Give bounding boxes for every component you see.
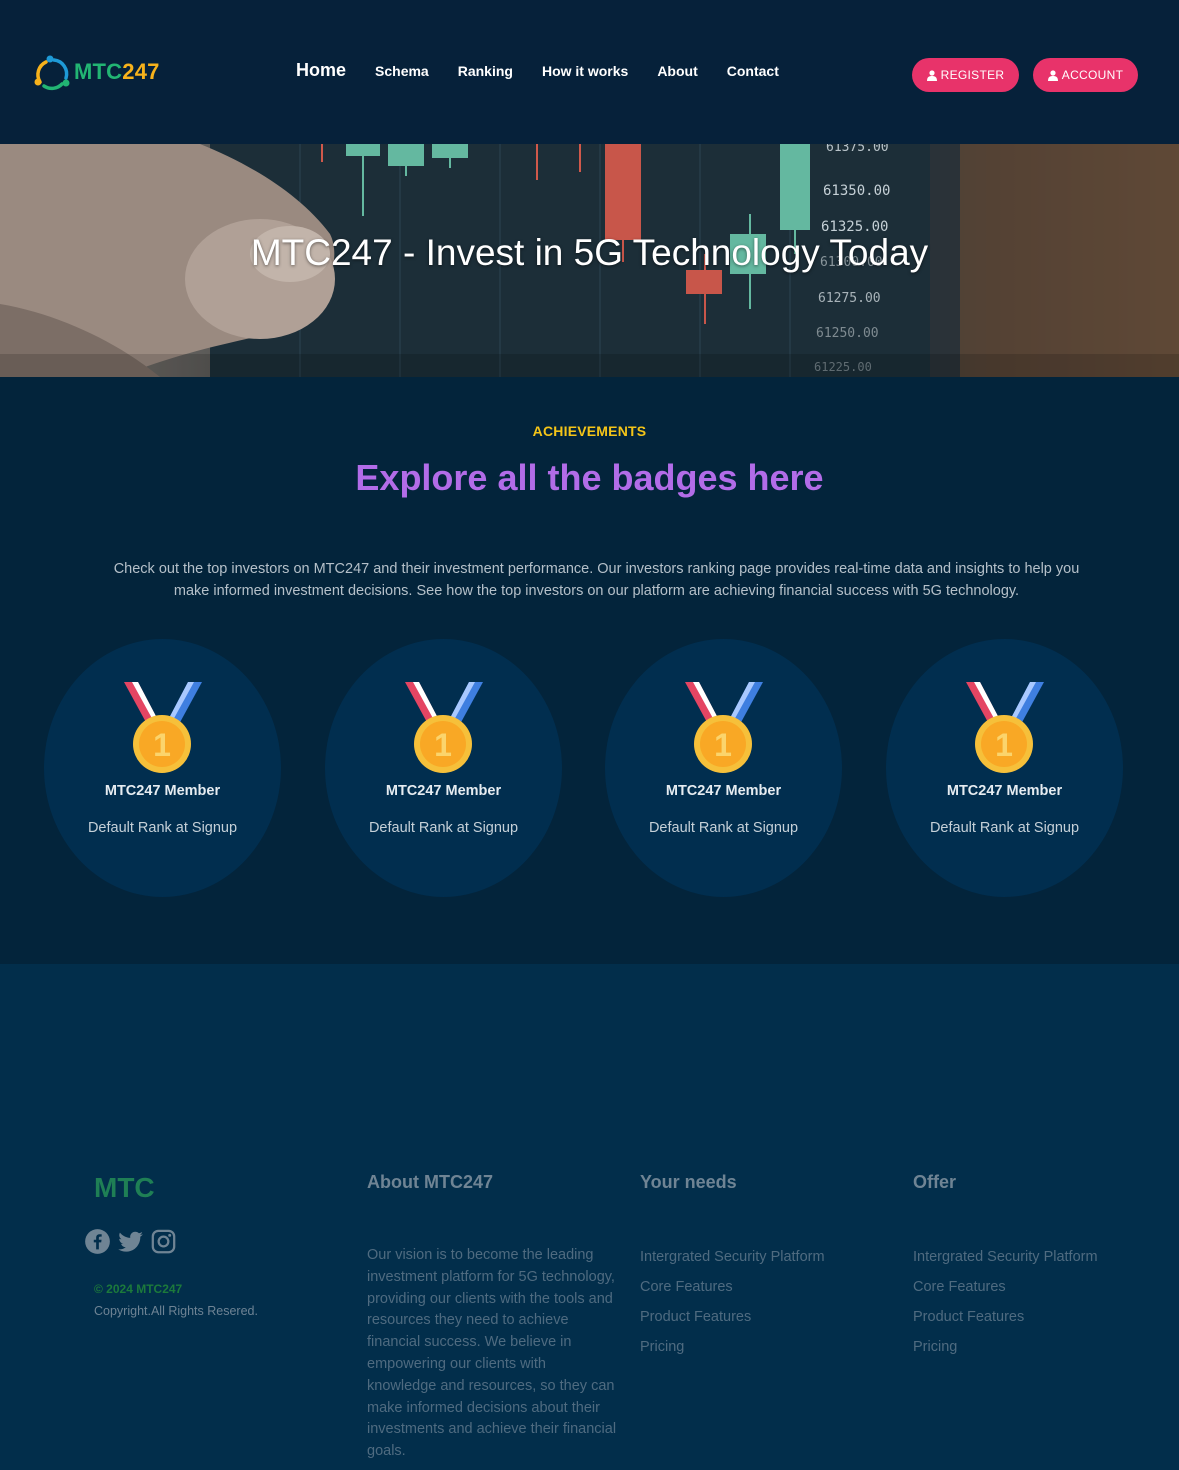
footer-needs-list: Intergrated Security Platform Core Featu… xyxy=(640,1249,900,1355)
badge-card: 1 MTC247 Member Default Rank at Signup xyxy=(325,639,562,897)
achievements-section: ACHIEVEMENTS Explore all the badges here… xyxy=(0,377,1179,964)
user-icon xyxy=(926,69,937,81)
badge-name: MTC247 Member xyxy=(385,783,502,799)
footer-copyright: Copyright.All Rights Resered. xyxy=(94,1304,258,1318)
nav-schema[interactable]: Schema xyxy=(375,63,429,79)
footer-link[interactable]: Product Features xyxy=(913,1309,1173,1325)
medal-icon: 1 xyxy=(405,682,483,773)
medal-icon: 1 xyxy=(124,682,202,773)
badge-rank: Default Rank at Signup xyxy=(368,820,519,836)
register-label: REGISTER xyxy=(940,68,1005,82)
nav-contact[interactable]: Contact xyxy=(727,63,779,79)
footer-year: © 2024 MTC247 xyxy=(94,1282,183,1296)
badge-card: 1 MTC247 Member Default Rank at Signup xyxy=(605,639,842,897)
price-label: 61225.00 xyxy=(814,360,872,374)
svg-text:1: 1 xyxy=(714,727,732,763)
price-label: 61375.00 xyxy=(826,144,889,155)
user-icon xyxy=(1047,69,1058,81)
twitter-icon[interactable] xyxy=(117,1228,144,1255)
badge-name: MTC247 Member xyxy=(104,783,221,799)
footer-about-text: Our vision is to become the leading inve… xyxy=(367,1247,617,1460)
hero-title: MTC247 - Invest in 5G Technology Today xyxy=(250,232,929,273)
footer-offer-column: Offer Intergrated Security Platform Core… xyxy=(913,1172,1173,1369)
footer-about-title: About MTC247 xyxy=(367,1172,493,1192)
nav-ranking[interactable]: Ranking xyxy=(458,63,513,79)
badge-rank: Default Rank at Signup xyxy=(929,820,1080,836)
register-button[interactable]: REGISTER xyxy=(912,58,1019,92)
nav-home[interactable]: Home xyxy=(296,60,346,81)
footer-link[interactable]: Core Features xyxy=(913,1279,1173,1295)
badge-name: MTC247 Member xyxy=(665,783,782,799)
footer-link[interactable]: Core Features xyxy=(640,1279,900,1295)
footer-about-column: About MTC247 Our vision is to become the… xyxy=(367,1172,627,1463)
badge-rank: Default Rank at Signup xyxy=(87,820,238,836)
facebook-icon[interactable] xyxy=(84,1228,111,1255)
footer-link[interactable]: Product Features xyxy=(640,1309,900,1325)
badge-card: 1 MTC247 Member Default Rank at Signup xyxy=(886,639,1123,897)
nav-about[interactable]: About xyxy=(657,63,697,79)
svg-text:1: 1 xyxy=(995,727,1013,763)
site-header: MTC247 Home Schema Ranking How it works … xyxy=(0,0,1179,144)
account-button[interactable]: ACCOUNT xyxy=(1033,58,1138,92)
footer-needs-column: Your needs Intergrated Security Platform… xyxy=(640,1172,900,1369)
logo[interactable]: MTC247 xyxy=(32,52,160,92)
section-title: Explore all the badges here xyxy=(355,457,824,498)
instagram-icon[interactable] xyxy=(150,1228,177,1255)
account-label: ACCOUNT xyxy=(1061,68,1124,82)
medal-icon: 1 xyxy=(966,682,1044,773)
svg-text:1: 1 xyxy=(153,727,171,763)
badge-card: 1 MTC247 Member Default Rank at Signup xyxy=(44,639,281,897)
price-label: 61275.00 xyxy=(818,291,881,306)
footer-link[interactable]: Intergrated Security Platform xyxy=(640,1249,900,1265)
footer-link[interactable]: Intergrated Security Platform xyxy=(913,1249,1173,1265)
badge-rank: Default Rank at Signup xyxy=(648,820,799,836)
footer-link[interactable]: Pricing xyxy=(640,1339,900,1355)
svg-text:1: 1 xyxy=(434,727,452,763)
footer-offer-list: Intergrated Security Platform Core Featu… xyxy=(913,1249,1173,1355)
footer-offer-title: Offer xyxy=(913,1172,957,1192)
badge-name: MTC247 Member xyxy=(946,783,1063,799)
logo-text: MTC247 xyxy=(74,59,160,84)
medal-icon: 1 xyxy=(685,682,763,773)
logo-icon xyxy=(34,55,70,91)
section-kicker: ACHIEVEMENTS xyxy=(532,423,647,439)
nav-how-it-works[interactable]: How it works xyxy=(542,63,628,79)
main-nav: Home Schema Ranking How it works About C… xyxy=(296,60,808,81)
footer-needs-title: Your needs xyxy=(640,1172,737,1192)
section-description: Check out the top investors on MTC247 an… xyxy=(113,561,1080,599)
price-label: 61350.00 xyxy=(823,183,891,199)
footer-link[interactable]: Pricing xyxy=(913,1339,1173,1355)
site-footer: MTC © 2024 MTC247 Copyright.All Rights R… xyxy=(0,964,1179,1470)
social-links xyxy=(84,1228,177,1255)
hero-banner: 61375.00 61350.00 61325.00 61300.00 6127… xyxy=(0,144,1179,377)
footer-brand: MTC xyxy=(94,1172,155,1203)
price-label: 61250.00 xyxy=(816,326,879,341)
